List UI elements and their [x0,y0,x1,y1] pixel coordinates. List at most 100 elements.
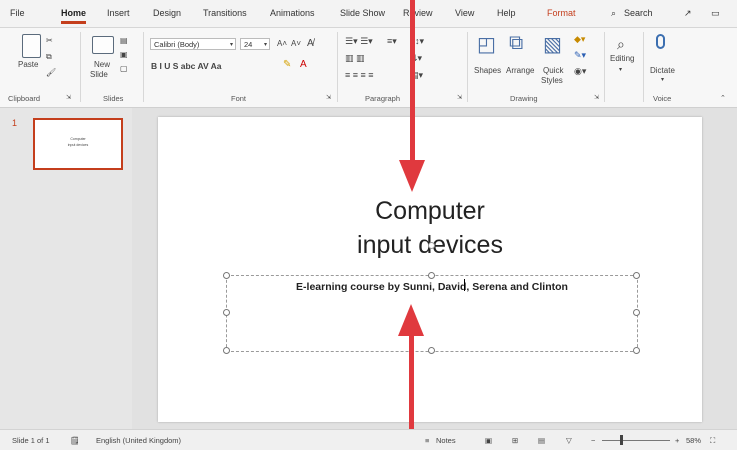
font-name-value: Calibri (Body) [154,40,200,49]
editing-button[interactable]: Editing [610,54,634,63]
zoom-level[interactable]: 58% [686,436,701,445]
font-launcher-icon[interactable]: ⇲ [326,94,331,101]
ribbon-tabs: File Home Insert Design Transitions Anim… [0,0,737,28]
resize-handle[interactable] [428,272,435,279]
slide-subtitle[interactable]: E-learning course by Sunni, David, Seren… [227,281,637,293]
shape-fill-icon[interactable]: ◆▾ [574,34,585,45]
shapes-button[interactable]: Shapes [474,66,501,75]
chevron-down-icon: ▾ [263,42,267,48]
alignment-icons[interactable]: ≡ ≡ ≡ ≡ [345,70,374,80]
ribbon-separator [337,32,338,102]
resize-handle[interactable] [223,309,230,316]
tab-slide-show[interactable]: Slide Show [340,8,385,18]
line-spacing-icon[interactable]: ↕▾ [415,36,424,47]
ribbon-separator [80,32,81,102]
new-slide-button[interactable]: New [94,60,110,69]
slideshow-icon[interactable]: ▽ [566,436,572,445]
paragraph-launcher-icon[interactable]: ⇲ [457,94,462,101]
layout-icon[interactable]: ▤ [120,36,128,45]
notes-icon[interactable]: ≡ [425,436,429,445]
zoom-in-icon[interactable]: + [675,436,679,445]
tab-review[interactable]: Review [403,8,433,18]
section-icon[interactable]: ▢ [120,64,128,73]
slide[interactable]: Computer input devices E-learning course… [158,117,702,422]
ribbon-separator [604,32,605,102]
fit-slide-icon[interactable]: ⛶ [710,436,715,446]
zoom-slider[interactable] [602,440,670,441]
shape-outline-icon[interactable]: ✎▾ [574,50,586,61]
dictate-button[interactable]: Dictate [650,66,675,75]
bullets-icon[interactable]: ☰▾ ☰▾ [345,36,373,47]
columns-icon[interactable]: ▥ ▥ [345,53,365,64]
normal-view-icon[interactable]: ▣ [485,436,492,445]
arrange-icon[interactable]: ⧉ [509,32,523,55]
quick-styles-button[interactable]: Quick [543,66,563,75]
font-color-icon[interactable]: A [300,59,307,70]
microphone-icon[interactable] [656,34,665,49]
grow-font-icon[interactable]: A˄ [277,39,287,48]
spellcheck-icon[interactable]: 🗒 [70,436,80,445]
slide-sorter-icon[interactable]: ⊞ [512,436,518,445]
quick-styles-icon[interactable]: ▧ [543,32,562,57]
rotate-handle[interactable] [428,242,435,249]
shapes-icon[interactable]: ◰ [477,32,496,57]
annotation-arrow-down-head [399,160,425,192]
tab-animations[interactable]: Animations [270,8,315,18]
resize-handle[interactable] [428,347,435,354]
text-cursor [464,279,465,291]
language-indicator[interactable]: English (United Kingdom) [96,436,181,445]
comments-icon[interactable]: ▭ [711,8,720,19]
resize-handle[interactable] [223,272,230,279]
indent-icon[interactable]: ≡▾ [387,36,397,47]
tab-home[interactable]: Home [61,8,87,24]
resize-handle[interactable] [633,309,640,316]
clear-formatting-icon[interactable]: A̸ [307,38,314,49]
drawing-launcher-icon[interactable]: ⇲ [594,94,599,101]
tab-transitions[interactable]: Transitions [203,8,247,18]
resize-handle[interactable] [223,347,230,354]
arrange-button[interactable]: Arrange [506,66,534,75]
group-label-clipboard: Clipboard [8,94,41,103]
zoom-out-icon[interactable]: − [591,436,595,445]
font-style-buttons[interactable]: B I U S abc AV Aa [151,61,222,71]
format-painter-icon[interactable]: 🖌 [46,68,56,77]
quick-styles-button-label2[interactable]: Styles [541,76,563,85]
reading-view-icon[interactable]: ▤ [538,436,545,445]
cut-icon[interactable]: ✂ [46,36,53,45]
copy-icon[interactable]: ⧉ [46,52,52,62]
slide-title-line1[interactable]: Computer [158,197,702,226]
shape-effects-icon[interactable]: ◉▾ [574,66,586,77]
tab-view[interactable]: View [455,8,474,18]
highlight-color-icon[interactable]: ✎ [283,59,291,70]
tab-insert[interactable]: Insert [107,8,130,18]
paste-icon[interactable] [22,34,41,58]
slide-count: Slide 1 of 1 [12,436,50,445]
new-slide-icon[interactable] [92,36,114,54]
annotation-arrow-down-shaft [410,0,415,165]
zoom-slider-thumb[interactable] [620,435,623,445]
ribbon: Paste ✂ ⧉ 🖌 Clipboard ⇲ New Slide ▤ ▣ ▢ … [0,28,737,108]
resize-handle[interactable] [633,347,640,354]
tab-help[interactable]: Help [497,8,516,18]
font-size-select[interactable]: 24 ▾ [240,38,270,50]
paste-button[interactable]: Paste [18,60,38,69]
tab-design[interactable]: Design [153,8,181,18]
group-label-drawing: Drawing [510,94,538,103]
shrink-font-icon[interactable]: A˅ [291,39,301,48]
resize-handle[interactable] [633,272,640,279]
tab-format[interactable]: Format [547,8,576,18]
font-name-select[interactable]: Calibri (Body) ▾ [150,38,236,50]
find-icon[interactable]: ⌕ [617,36,625,53]
thumbnail-title-line2: input devices [67,143,89,147]
share-icon[interactable]: ↗ [684,8,692,19]
clipboard-launcher-icon[interactable]: ⇲ [66,94,71,101]
search-icon[interactable]: ⌕ [611,8,616,19]
subtitle-placeholder[interactable]: E-learning course by Sunni, David, Seren… [226,275,638,352]
tab-search[interactable]: Search [624,8,653,18]
new-slide-button-label2[interactable]: Slide [90,70,108,79]
slide-thumbnail[interactable]: Computer input devices [33,118,123,170]
notes-button[interactable]: Notes [436,436,456,445]
collapse-ribbon-icon[interactable]: ⌃ [720,94,726,102]
reset-icon[interactable]: ▣ [120,50,128,59]
tab-file[interactable]: File [10,8,25,18]
